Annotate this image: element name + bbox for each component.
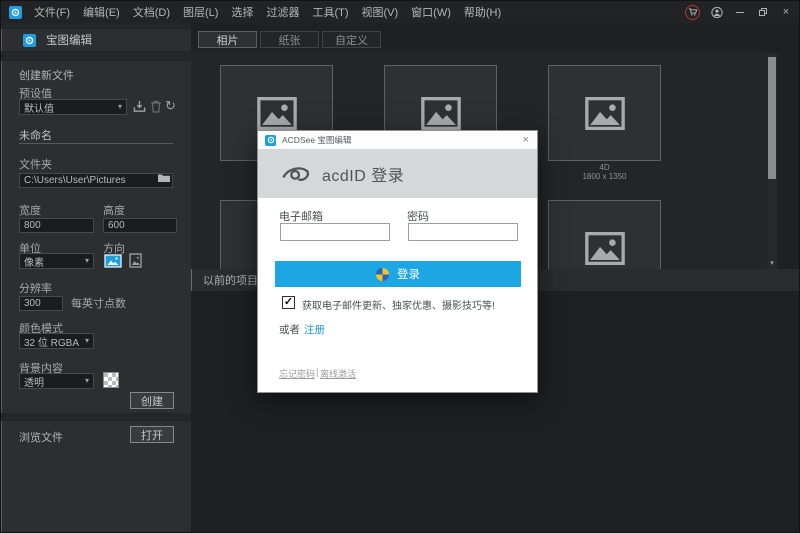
name-underline xyxy=(19,143,173,144)
scroll-down-arrow-icon[interactable]: ▾ xyxy=(767,260,777,268)
chevron-down-icon: ▾ xyxy=(85,337,89,345)
height-input[interactable] xyxy=(103,218,177,233)
sidebar-app-title: 宝图编辑 xyxy=(46,32,92,48)
menu-window[interactable]: 窗口(W) xyxy=(411,4,451,20)
open-button[interactable]: 打开 xyxy=(130,426,174,443)
dialog-close-icon[interactable]: × xyxy=(523,135,537,146)
or-text: 或者 xyxy=(279,322,300,337)
preset-tabs: 相片 纸张 自定义 xyxy=(198,31,381,48)
image-placeholder-icon xyxy=(585,97,625,130)
menu-file[interactable]: 文件(F) xyxy=(34,4,70,20)
portrait-icon[interactable] xyxy=(126,253,145,268)
buy-cart-icon[interactable] xyxy=(685,5,700,20)
menu-edit[interactable]: 编辑(E) xyxy=(83,4,120,20)
resolution-unit-label: 每英寸点数 xyxy=(71,295,126,311)
dialog-heading: acdID 登录 xyxy=(322,162,404,186)
reset-preset-icon[interactable]: ↻ xyxy=(163,98,178,113)
unit-dropdown-value: 像素 xyxy=(24,254,44,269)
preset-dropdown-value: 默认值 xyxy=(24,100,54,115)
acdsee-eye-icon xyxy=(282,164,310,184)
menu-filter[interactable]: 过滤器 xyxy=(266,4,299,20)
folder-field xyxy=(19,170,173,188)
tab-custom[interactable]: 自定义 xyxy=(322,31,381,48)
email-label: 电子邮箱 xyxy=(279,208,323,224)
folder-icon[interactable] xyxy=(157,172,171,183)
password-label: 密码 xyxy=(407,208,429,224)
newsletter-checkbox[interactable]: ✓ xyxy=(282,296,295,309)
login-button[interactable]: 登录 xyxy=(275,261,521,287)
preset-caption: 4D 1800 x 1350 xyxy=(548,163,661,181)
resolution-input[interactable] xyxy=(19,296,63,311)
forgot-password-link[interactable]: 忘记密码 xyxy=(279,367,315,380)
preset-card[interactable] xyxy=(548,200,661,269)
app-logo-icon xyxy=(9,6,22,19)
photo-editor-icon xyxy=(23,34,36,47)
menu-tools[interactable]: 工具(T) xyxy=(312,4,348,20)
unit-dropdown[interactable]: 像素 ▾ xyxy=(19,253,94,269)
newsletter-checkbox-label: 获取电子邮件更新、独家优惠、摄影技巧等! xyxy=(302,297,495,312)
chevron-down-icon: ▾ xyxy=(85,257,89,265)
create-section-title: 创建新文件 xyxy=(19,67,74,83)
chevron-down-icon: ▾ xyxy=(85,377,89,385)
tab-photos[interactable]: 相片 xyxy=(198,31,257,48)
create-button[interactable]: 创建 xyxy=(130,392,174,409)
scrollbar-track[interactable]: ▾ xyxy=(767,53,777,269)
file-name-field[interactable]: 未命名 xyxy=(19,127,52,143)
sidebar: 宝图编辑 创建新文件 预设值 默认值 ▾ ↻ 未命名 文件夹 宽度 高度 单位 xyxy=(1,23,191,533)
password-input[interactable] xyxy=(408,223,518,241)
dialog-header: acdID 登录 xyxy=(258,149,537,198)
minimize-icon[interactable] xyxy=(734,6,746,18)
background-dropdown[interactable]: 透明 ▾ xyxy=(19,373,94,389)
transparency-swatch[interactable] xyxy=(103,372,119,388)
link-separator: | xyxy=(316,367,318,377)
image-placeholder-icon xyxy=(257,97,297,130)
register-link[interactable]: 注册 xyxy=(304,322,325,337)
delete-preset-icon[interactable] xyxy=(148,99,163,114)
acdid-logo-icon xyxy=(376,268,389,281)
restore-icon[interactable] xyxy=(757,6,769,18)
close-icon[interactable]: × xyxy=(780,6,792,18)
scrollbar-thumb[interactable] xyxy=(768,57,776,179)
color-mode-dropdown[interactable]: 32 位 RGBA ▾ xyxy=(19,333,94,349)
browse-section-title: 浏览文件 xyxy=(19,429,63,445)
app-window: 文件(F) 编辑(E) 文档(D) 图层(L) 选择 过滤器 工具(T) 视图(… xyxy=(0,0,800,533)
previous-projects-label: 以前的项目 xyxy=(203,272,258,288)
image-placeholder-icon xyxy=(585,232,625,265)
sidebar-header: 宝图编辑 xyxy=(1,29,191,51)
background-value: 透明 xyxy=(24,374,44,389)
dialog-title: ACDSee 宝图编辑 xyxy=(282,134,351,146)
width-input[interactable] xyxy=(19,218,94,233)
chevron-down-icon: ▾ xyxy=(118,103,122,111)
dialog-titlebar[interactable]: ACDSee 宝图编辑 × xyxy=(258,131,537,149)
preset-dropdown[interactable]: 默认值 ▾ xyxy=(19,99,127,115)
tab-paper[interactable]: 纸张 xyxy=(260,31,319,48)
account-icon[interactable] xyxy=(711,6,723,18)
menu-select[interactable]: 选择 xyxy=(231,4,253,20)
menu-view[interactable]: 视图(V) xyxy=(362,4,399,20)
eye-glyph xyxy=(11,8,20,17)
titlebar: 文件(F) 编辑(E) 文档(D) 图层(L) 选择 过滤器 工具(T) 视图(… xyxy=(1,1,800,23)
landscape-icon[interactable] xyxy=(103,253,122,268)
color-mode-value: 32 位 RGBA xyxy=(24,334,79,349)
offline-activation-link[interactable]: 离线激活 xyxy=(320,367,356,380)
folder-path-input[interactable] xyxy=(19,173,173,188)
menu-layer[interactable]: 图层(L) xyxy=(183,4,218,20)
preset-caption-size: 1800 x 1350 xyxy=(548,172,661,181)
save-preset-icon[interactable] xyxy=(132,99,147,114)
acdid-login-dialog: ACDSee 宝图编辑 × acdID 登录 电子邮箱 密码 登录 ✓ 获取电子… xyxy=(257,130,538,393)
preset-caption-name: 4D xyxy=(548,163,661,172)
image-placeholder-icon xyxy=(421,97,461,130)
preset-card-4d[interactable] xyxy=(548,65,661,161)
dialog-app-icon xyxy=(265,135,276,146)
email-input[interactable] xyxy=(280,223,390,241)
menu-document[interactable]: 文档(D) xyxy=(133,4,170,20)
menu-help[interactable]: 帮助(H) xyxy=(464,4,501,20)
login-button-label: 登录 xyxy=(397,266,420,282)
